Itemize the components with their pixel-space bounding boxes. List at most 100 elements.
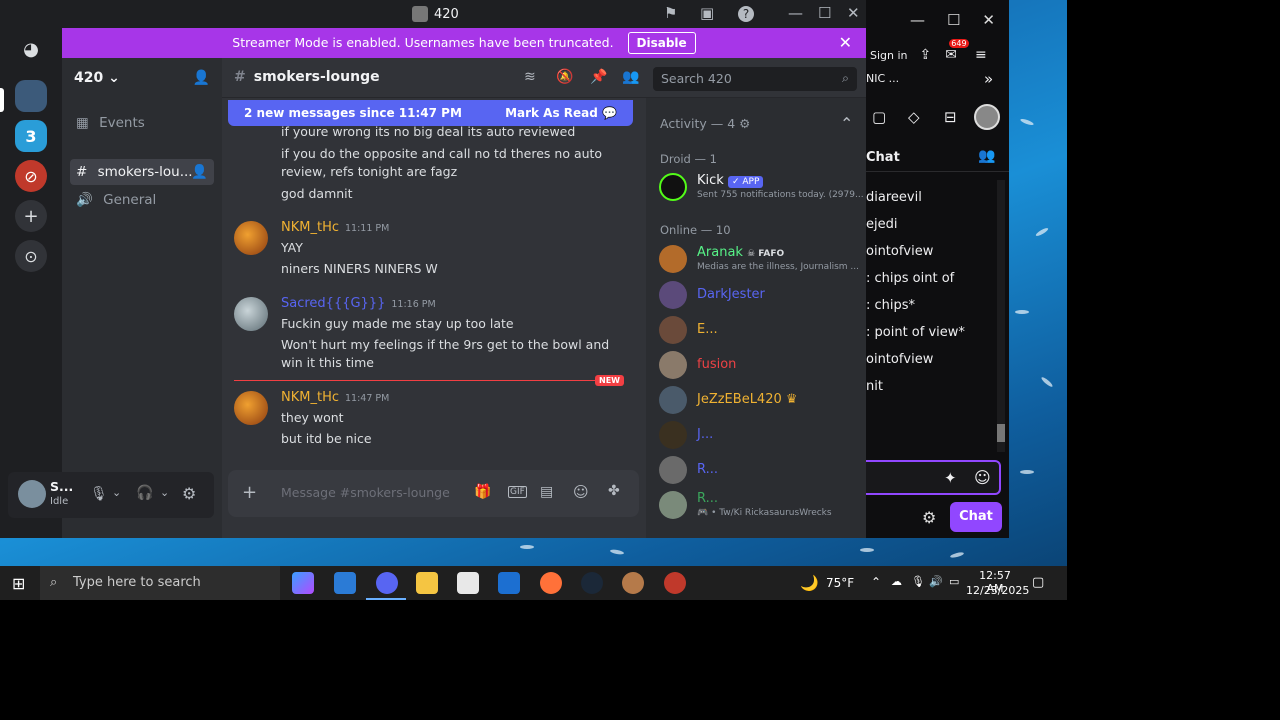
member-item[interactable]: R... 🎮 • Tw/Ki RickasaurusWrecks (656, 490, 862, 520)
emoji-icon[interactable]: ☺ (974, 468, 991, 487)
emoji-icon[interactable]: ☺ (573, 483, 589, 501)
bits-icon[interactable]: ✦ (944, 469, 957, 487)
steam-icon[interactable] (581, 572, 603, 594)
file-explorer-icon[interactable] (416, 572, 438, 594)
avatar[interactable] (234, 297, 268, 331)
member-item[interactable]: Aranak ☠ FAFO Medias are the illness, Jo… (656, 244, 862, 274)
guild-header[interactable]: 420 ⌄ 👤 (62, 58, 222, 98)
search-input[interactable]: Search 420 ⌕ (653, 67, 857, 91)
scrollbar-thumb[interactable] (997, 424, 1005, 442)
server-420-icon[interactable] (15, 80, 47, 112)
invite-icon[interactable]: 👤 (191, 159, 208, 185)
gift-icon[interactable]: 🎁 (474, 484, 491, 500)
volume-icon[interactable]: 🔊 (929, 575, 943, 588)
author-name[interactable]: NKM_tHc (281, 220, 339, 235)
discord-icon[interactable] (376, 572, 398, 594)
share-icon[interactable]: ⇪ (920, 47, 932, 63)
outlook-icon[interactable] (498, 572, 520, 594)
member-item[interactable]: fusion (656, 350, 862, 380)
chevron-up-icon[interactable]: ⌃ (840, 114, 853, 133)
chevron-up-icon[interactable]: ⌃ (871, 575, 881, 589)
notifications-icon[interactable]: ✉ 649 (945, 39, 969, 63)
maximize-icon[interactable]: ☐ (947, 11, 960, 29)
apps-icon[interactable]: ✤ (608, 483, 620, 499)
clock-date[interactable]: 12/23/2025 (966, 584, 1029, 597)
settings-icon[interactable]: ⚙ (922, 508, 936, 527)
message-composer[interactable]: + Message #smokers-lounge 🎁 GIF ▤ ☺ ✤ (228, 470, 639, 517)
prime-icon[interactable]: ◇ (908, 108, 920, 126)
close-icon[interactable]: ✕ (982, 11, 995, 29)
app-icon[interactable] (622, 572, 644, 594)
activity-header[interactable]: Activity — 4 ⚙ (660, 116, 750, 131)
message-author[interactable]: NKM_tHc 11:11 PM (281, 220, 389, 235)
chat-input[interactable]: ✦ ☺ (864, 460, 1001, 495)
settings-icon[interactable]: ⚙ (739, 116, 750, 131)
users-icon[interactable]: 👥 (978, 148, 995, 164)
author-name[interactable]: NKM_tHc (281, 390, 339, 405)
member-item[interactable]: J... (656, 420, 862, 450)
headphones-icon[interactable]: 🎧 (136, 485, 153, 501)
pin-icon[interactable]: 📌 (590, 69, 607, 85)
avatar[interactable] (18, 480, 46, 508)
member-item[interactable]: R... (656, 455, 862, 485)
events-item[interactable]: ▦ Events (70, 110, 214, 136)
sign-in-link[interactable]: Sign in (870, 49, 908, 62)
threads-icon[interactable]: ≋ (524, 69, 536, 85)
taskbar-search[interactable]: ⌕ Type here to search (40, 566, 280, 600)
chevron-right-icon[interactable]: » (984, 70, 993, 88)
settings-icon[interactable]: ⚙ (182, 484, 196, 503)
member-item[interactable]: JeZzEBeL420 ♛ (656, 385, 862, 415)
inbox-icon[interactable]: ▣ (700, 4, 714, 22)
network-icon[interactable]: ▭ (949, 575, 959, 588)
channel-general[interactable]: 🔊 General (70, 187, 214, 213)
member-item[interactable]: DarkJester (656, 280, 862, 310)
add-member-icon[interactable]: 👤 (193, 70, 210, 86)
member-list-icon[interactable]: 👥 (622, 69, 639, 85)
app-icon[interactable] (664, 572, 686, 594)
disable-button[interactable]: Disable (627, 32, 696, 54)
onedrive-icon[interactable]: ☁ (891, 575, 902, 588)
chevron-down-icon[interactable]: ⌄ (160, 486, 169, 499)
message-input[interactable]: Message #smokers-lounge (281, 485, 450, 500)
gift-icon[interactable]: ⊟ (944, 108, 957, 126)
maximize-icon[interactable]: ☐ (818, 4, 831, 22)
minimize-icon[interactable]: — (910, 11, 925, 29)
channel-smokers-lounge[interactable]: # smokers-lou... 👤 (70, 159, 214, 185)
sticker-icon[interactable]: ▤ (540, 484, 553, 500)
close-icon[interactable]: ✕ (839, 28, 852, 58)
discord-home-icon[interactable]: ◕ (15, 33, 47, 65)
member-kick[interactable]: Kick ✓ APP Sent 755 notifications today.… (656, 172, 864, 202)
minimize-icon[interactable]: — (788, 4, 803, 22)
browser-tab[interactable]: NIC ... (866, 72, 899, 85)
chat-send-button[interactable]: Chat (950, 502, 1002, 532)
message-author[interactable]: Sacred{{{G}}} 11:16 PM (281, 296, 436, 311)
store-icon[interactable] (457, 572, 479, 594)
discover-icon[interactable]: ⊙ (15, 240, 47, 272)
copilot-icon[interactable] (292, 572, 314, 594)
menu-icon[interactable]: ≡ (975, 47, 987, 63)
weather-icon[interactable]: 🌙 (800, 574, 819, 592)
member-item[interactable]: E... (656, 315, 862, 345)
avatar[interactable] (234, 391, 268, 425)
notification-bell-icon[interactable]: 🔕 (556, 69, 573, 85)
firefox-icon[interactable] (540, 572, 562, 594)
chevron-down-icon[interactable]: ⌄ (112, 486, 121, 499)
microphone-icon[interactable]: 🎙 (90, 486, 108, 502)
weather-temp[interactable]: 75°F (826, 576, 854, 590)
add-server-icon[interactable]: + (15, 200, 47, 232)
server-blocked-icon[interactable]: ⊘ (15, 160, 47, 192)
author-name[interactable]: Sacred{{{G}}} (281, 296, 385, 311)
windows-start-icon[interactable]: ⊞ (12, 574, 25, 593)
help-icon[interactable]: ? (738, 6, 754, 22)
notifications-icon[interactable]: ▢ (1032, 575, 1044, 590)
add-attachment-icon[interactable]: + (242, 482, 257, 503)
message-author[interactable]: NKM_tHc 11:47 PM (281, 390, 389, 405)
chat-bubble-icon[interactable]: ▢ (872, 108, 886, 126)
gif-icon[interactable]: GIF (508, 486, 527, 498)
inbox-flag-icon[interactable]: ⚑ (664, 4, 677, 22)
microphone-icon[interactable]: 🎙 (911, 575, 925, 588)
app-icon[interactable] (334, 572, 356, 594)
avatar[interactable] (234, 221, 268, 255)
avatar[interactable] (974, 104, 1000, 130)
server-3-icon[interactable]: 3 (15, 120, 47, 152)
